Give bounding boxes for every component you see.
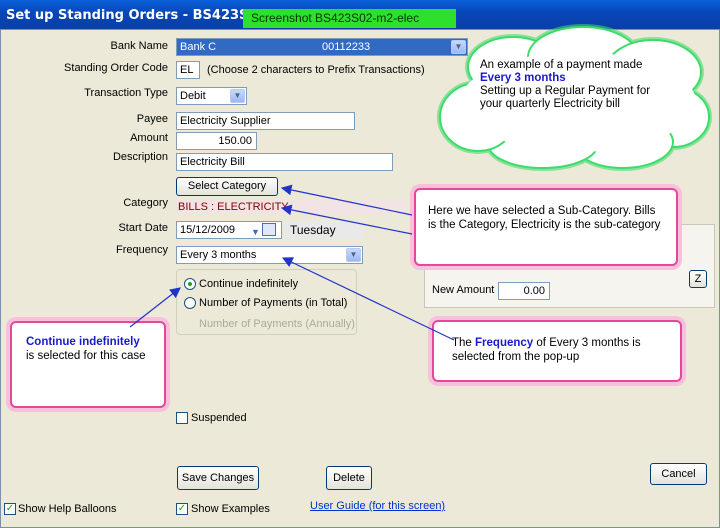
callout-arrows (129, 184, 455, 341)
arrow-to-continue-radio (129, 287, 181, 328)
arrow-to-frequency (281, 257, 455, 341)
arrow-to-select-category (280, 184, 413, 216)
arrow-to-category (280, 204, 413, 235)
